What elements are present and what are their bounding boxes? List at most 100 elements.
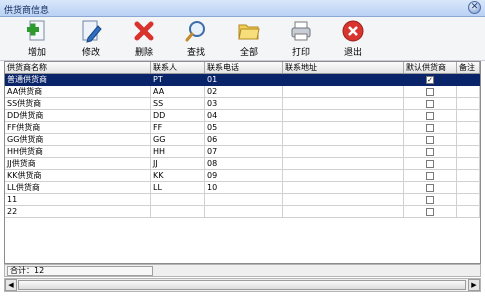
cell-phone: 06 xyxy=(205,134,283,146)
default-checkbox[interactable] xyxy=(426,184,434,192)
cell-address xyxy=(283,110,404,122)
exit-label: 退出 xyxy=(343,48,362,58)
cell-phone: 03 xyxy=(205,98,283,110)
cell-default xyxy=(404,158,457,170)
table-row[interactable]: AA供货商 AA 02 xyxy=(5,86,480,98)
table-row[interactable]: DD供货商 DD 04 xyxy=(5,110,480,122)
cell-contact: GG xyxy=(151,134,205,146)
default-checkbox[interactable] xyxy=(426,148,434,156)
delete-button[interactable]: 删除 xyxy=(127,19,161,59)
cell-contact xyxy=(151,194,205,206)
cell-name: HH供货商 xyxy=(5,146,151,158)
folder-icon xyxy=(238,24,260,40)
column-header-name[interactable]: 供货商名称 xyxy=(5,62,151,73)
cell-note xyxy=(457,134,480,146)
cell-contact: DD xyxy=(151,110,205,122)
cell-address xyxy=(283,182,404,194)
default-checkbox[interactable] xyxy=(426,136,434,144)
cell-contact: PT xyxy=(151,74,205,86)
cell-default: ✓ xyxy=(404,74,457,86)
table-row[interactable]: SS供货商 SS 03 xyxy=(5,98,480,110)
column-header-phone[interactable]: 联系电话 xyxy=(205,62,283,73)
cell-phone: 05 xyxy=(205,122,283,134)
cell-default xyxy=(404,170,457,182)
table-row[interactable]: LL供货商 LL 10 xyxy=(5,182,480,194)
cell-address xyxy=(283,206,404,218)
column-header-address[interactable]: 联系地址 xyxy=(283,62,404,73)
scroll-right-icon[interactable]: ▶ xyxy=(468,279,480,291)
cell-note xyxy=(457,146,480,158)
cell-default xyxy=(404,194,457,206)
cell-address xyxy=(283,146,404,158)
status-bar: 合计：12 xyxy=(4,264,481,277)
cell-name: LL供货商 xyxy=(5,182,151,194)
cell-note xyxy=(457,194,480,206)
edit-label: 修改 xyxy=(81,48,100,58)
cell-phone: 04 xyxy=(205,110,283,122)
exit-button[interactable]: 退出 xyxy=(336,19,370,59)
show-all-label: 全部 xyxy=(239,48,258,58)
default-checkbox[interactable] xyxy=(426,88,434,96)
cell-note xyxy=(457,170,480,182)
column-header-contact[interactable]: 联系人 xyxy=(151,62,205,73)
search-label: 查找 xyxy=(186,48,205,58)
cell-name: FF供货商 xyxy=(5,122,151,134)
table-row[interactable]: JJ供货商 JJ 08 xyxy=(5,158,480,170)
table-row[interactable]: GG供货商 GG 06 xyxy=(5,134,480,146)
table-row[interactable]: FF供货商 FF 05 xyxy=(5,122,480,134)
cell-note xyxy=(457,158,480,170)
printer-icon xyxy=(291,21,311,41)
table-row[interactable]: 22 xyxy=(5,206,480,218)
column-header-note[interactable]: 备注 xyxy=(457,62,480,73)
toolbar: 增加 修改 删除 查找 全部 打印 退出 xyxy=(0,17,485,61)
add-label: 增加 xyxy=(27,48,46,58)
default-checkbox[interactable] xyxy=(426,208,434,216)
table-row[interactable]: 普通供货商 PT 01 ✓ xyxy=(5,74,480,86)
default-checkbox[interactable] xyxy=(426,124,434,132)
total-count: 合计：12 xyxy=(7,266,153,276)
column-header-default[interactable]: 默认供货商 xyxy=(404,62,457,73)
cell-name: GG供货商 xyxy=(5,134,151,146)
cell-name: AA供货商 xyxy=(5,86,151,98)
cell-phone: 01 xyxy=(205,74,283,86)
cell-contact: HH xyxy=(151,146,205,158)
cell-default xyxy=(404,122,457,134)
scroll-left-icon[interactable]: ◀ xyxy=(5,279,17,291)
cell-note xyxy=(457,122,480,134)
cell-default xyxy=(404,206,457,218)
exit-icon xyxy=(342,20,364,42)
cell-phone xyxy=(205,194,283,206)
add-button[interactable]: 增加 xyxy=(20,19,54,59)
edit-button[interactable]: 修改 xyxy=(74,19,108,59)
default-checkbox[interactable] xyxy=(426,196,434,204)
cell-name: 22 xyxy=(5,206,151,218)
cell-note xyxy=(457,98,480,110)
cell-address xyxy=(283,158,404,170)
delete-label: 删除 xyxy=(134,48,153,58)
cell-contact: LL xyxy=(151,182,205,194)
cell-default xyxy=(404,146,457,158)
horizontal-scrollbar[interactable]: ◀ ▶ xyxy=(4,278,481,292)
cell-default xyxy=(404,134,457,146)
cell-phone: 02 xyxy=(205,86,283,98)
cell-name: JJ供货商 xyxy=(5,158,151,170)
show-all-button[interactable]: 全部 xyxy=(232,19,266,59)
table-row[interactable]: KK供货商 KK 09 xyxy=(5,170,480,182)
search-button[interactable]: 查找 xyxy=(179,19,213,59)
cell-note xyxy=(457,86,480,98)
default-checkbox[interactable] xyxy=(426,160,434,168)
scroll-thumb[interactable] xyxy=(18,280,466,290)
table-row[interactable]: HH供货商 HH 07 xyxy=(5,146,480,158)
default-checkbox[interactable] xyxy=(426,112,434,120)
grid-header: 供货商名称 联系人 联系电话 联系地址 默认供货商 备注 xyxy=(5,62,480,74)
cell-address xyxy=(283,74,404,86)
default-checkbox[interactable]: ✓ xyxy=(426,76,434,84)
close-icon[interactable]: ✕ xyxy=(468,1,481,14)
default-checkbox[interactable] xyxy=(426,100,434,108)
cell-name: SS供货商 xyxy=(5,98,151,110)
cell-note xyxy=(457,182,480,194)
cell-default xyxy=(404,98,457,110)
table-row[interactable]: 11 xyxy=(5,194,480,206)
default-checkbox[interactable] xyxy=(426,172,434,180)
print-button[interactable]: 打印 xyxy=(284,19,318,59)
